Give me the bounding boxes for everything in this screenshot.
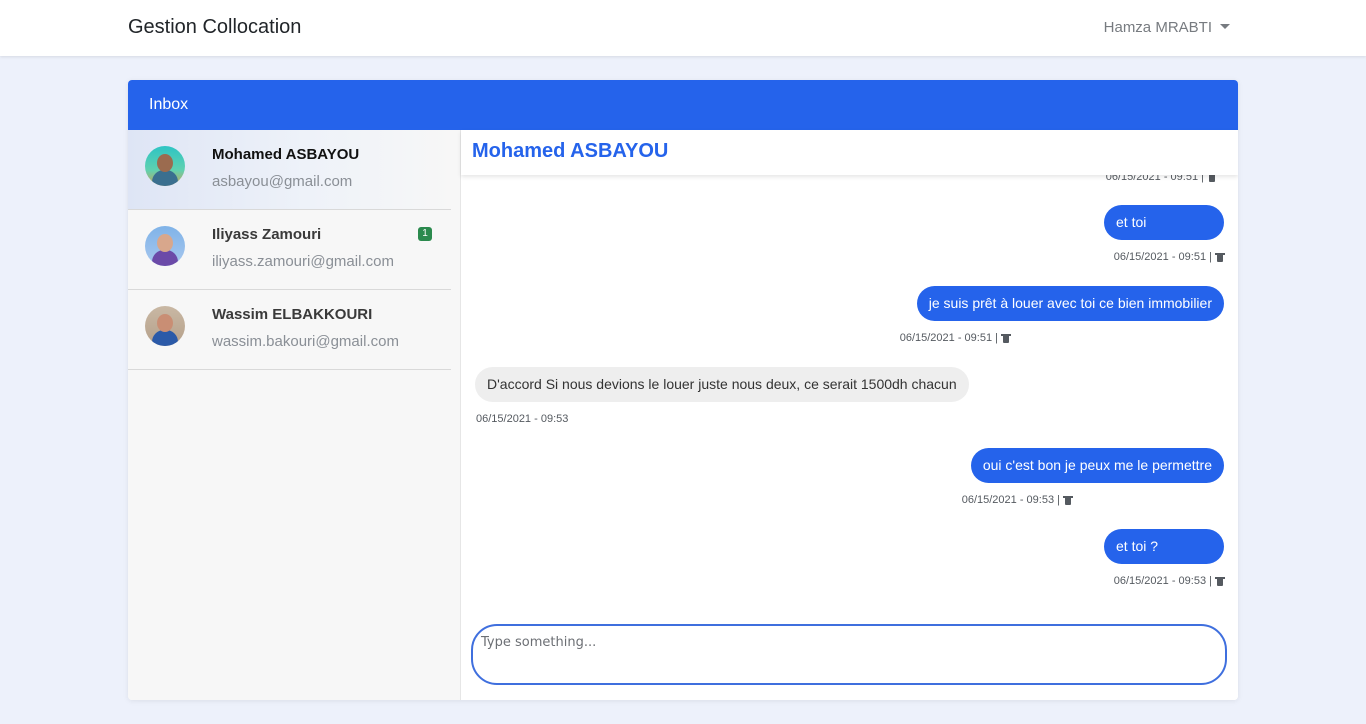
app-brand[interactable]: Gestion Collocation xyxy=(128,16,301,39)
message-received: D'accord Si nous devions le louer juste … xyxy=(475,367,969,402)
contact-name: Mohamed ASBAYOU xyxy=(212,146,360,163)
message-meta: 06/15/2021 - 09:53 xyxy=(476,413,568,425)
message-bubble: et toi xyxy=(1104,205,1224,240)
message-bubble: je suis prêt à louer avec toi ce bien im… xyxy=(916,286,1224,321)
trash-icon[interactable] xyxy=(1063,495,1073,505)
contact-name: Wassim ELBAKKOURI xyxy=(212,306,373,323)
message-bubble: oui c'est bon je peux me le permettre xyxy=(970,448,1224,483)
message-timestamp: 06/15/2021 - 09:53 | xyxy=(961,494,1060,506)
message-sent: et toi xyxy=(1104,205,1224,240)
message-composer xyxy=(471,624,1227,685)
message-meta: 06/15/2021 - 09:53 | xyxy=(961,494,1073,506)
contact-email: asbayou@gmail.com xyxy=(212,173,353,190)
message-timestamp: 06/15/2021 - 09:53 xyxy=(476,413,569,425)
user-dropdown[interactable]: Hamza MRABTI xyxy=(1104,19,1230,36)
message-timestamp: 06/15/2021 - 09:51 | xyxy=(899,332,998,344)
message-list[interactable]: 06/15/2021 - 09:51 | et toi 06/15/2021 -… xyxy=(461,175,1238,610)
caret-down-icon[interactable] xyxy=(1220,24,1230,29)
avatar xyxy=(145,306,185,346)
message-meta: 06/15/2021 - 09:51 | xyxy=(899,332,1011,344)
contact-email: wassim.bakouri@gmail.com xyxy=(212,333,399,350)
avatar xyxy=(145,226,185,266)
chat-contact-title: Mohamed ASBAYOU xyxy=(461,130,1238,175)
message-sent: oui c'est bon je peux me le permettre xyxy=(970,448,1224,483)
contact-item-wassim-elbakkouri[interactable]: Wassim ELBAKKOURI wassim.bakouri@gmail.c… xyxy=(128,290,451,370)
contact-item-iliyass-zamouri[interactable]: Iliyass Zamouri iliyass.zamouri@gmail.co… xyxy=(128,210,451,290)
unread-count-badge: 1 xyxy=(418,227,432,241)
message-meta: 06/15/2021 - 09:51 | xyxy=(1106,175,1216,183)
contact-name: Iliyass Zamouri xyxy=(212,226,322,243)
message-sent: je suis prêt à louer avec toi ce bien im… xyxy=(916,286,1224,321)
user-name[interactable]: Hamza MRABTI xyxy=(1104,19,1212,36)
inbox-header: Inbox xyxy=(128,80,1238,130)
trash-icon[interactable] xyxy=(1215,252,1225,262)
message-sent: et toi ? xyxy=(1104,529,1224,564)
trash-icon[interactable] xyxy=(1001,333,1011,343)
message-timestamp: 06/15/2021 - 09:51 | xyxy=(1113,251,1212,263)
message-meta: 06/15/2021 - 09:51 | xyxy=(1113,251,1225,263)
contact-item-mohamed-asbayou[interactable]: Mohamed ASBAYOU asbayou@gmail.com xyxy=(128,130,451,210)
contacts-sidebar: Mohamed ASBAYOU asbayou@gmail.com Iliyas… xyxy=(128,130,461,700)
message-meta: 06/15/2021 - 09:53 | xyxy=(1113,575,1225,587)
message-timestamp: 06/15/2021 - 09:53 | xyxy=(1113,575,1212,587)
message-input[interactable] xyxy=(471,624,1227,685)
contact-email: iliyass.zamouri@gmail.com xyxy=(212,253,394,270)
inbox-card: Inbox Mohamed ASBAYOU asbayou@gmail.com … xyxy=(128,80,1238,700)
chat-panel: Mohamed ASBAYOU 06/15/2021 - 09:51 | et … xyxy=(461,130,1238,700)
top-navbar: Gestion Collocation Hamza MRABTI xyxy=(0,0,1366,56)
message-bubble: D'accord Si nous devions le louer juste … xyxy=(475,367,969,402)
avatar xyxy=(145,146,185,186)
trash-icon[interactable] xyxy=(1208,175,1216,182)
message-bubble: et toi ? xyxy=(1104,529,1224,564)
trash-icon[interactable] xyxy=(1215,576,1225,586)
message-timestamp: 06/15/2021 - 09:51 | xyxy=(1105,175,1204,183)
